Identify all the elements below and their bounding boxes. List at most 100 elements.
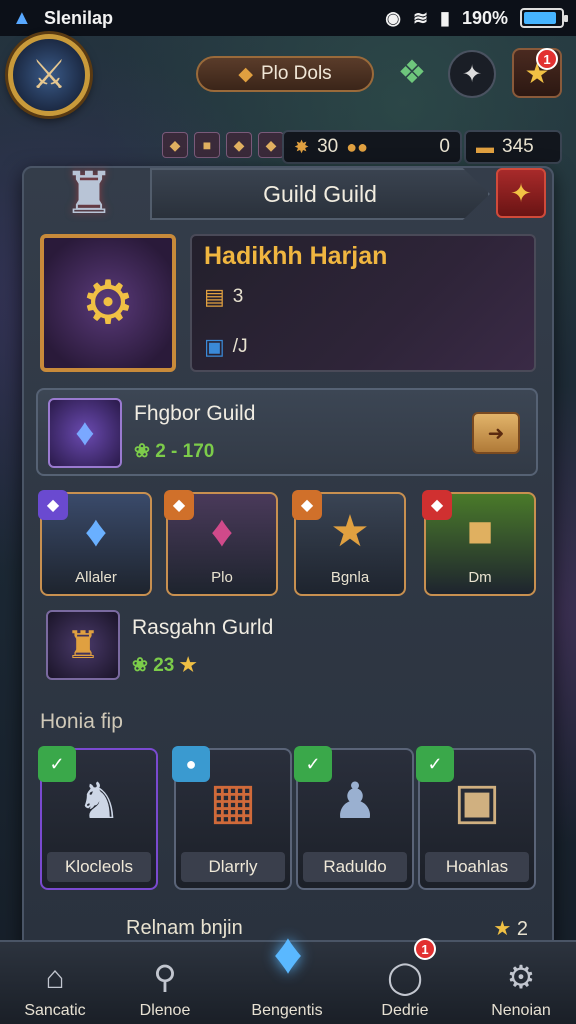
- nav-label: Dlenoe: [139, 1002, 191, 1019]
- guild-crest-icon: ♦: [48, 398, 122, 468]
- star-icon: ★: [493, 917, 512, 940]
- settings-button[interactable]: ✦: [448, 50, 496, 98]
- tile-item-1[interactable]: ◆ ♦ Allaler: [38, 490, 152, 596]
- tile-corner-badge: ◆: [292, 490, 322, 520]
- hero-card-4[interactable]: ✓ ▣ Hoahlas: [416, 746, 536, 890]
- hero-card-2[interactable]: ● ▦ Dlarrly: [172, 746, 292, 890]
- crystal-icon: ♦: [210, 506, 234, 556]
- tile-item-4[interactable]: ◆ ■ Dm: [422, 490, 536, 596]
- hero-tag-badge: ✓: [416, 746, 454, 782]
- gold-value: 30: [317, 136, 339, 157]
- alarm-icon: ◉: [385, 7, 401, 28]
- battery-icon: [520, 8, 568, 28]
- nav-item-chat[interactable]: ◯ Dedrie: [350, 950, 460, 1020]
- gear-icon: ⚙: [506, 959, 536, 995]
- guild-crest-icon: ♜: [46, 610, 120, 680]
- rasgahn-guild-title: Rasgahn Gurld: [132, 616, 274, 639]
- fighter-guild-stat: ❀ 2 - 170: [134, 440, 214, 463]
- tile-label: Plo: [211, 569, 233, 586]
- panel-title: Guild Guild: [263, 180, 377, 207]
- rasgahn-guild-stat-value: 23: [153, 655, 175, 676]
- keys-value: 0: [439, 136, 450, 157]
- nav-label: Dedrie: [381, 1002, 429, 1019]
- guild-stat-chests: ▤ 3: [204, 284, 243, 310]
- resource-gems: ◆ ■ ◆ ◆: [162, 132, 284, 158]
- panel-title-bar: Guild Guild: [150, 168, 490, 220]
- chest-icon: ■: [194, 132, 220, 158]
- box-icon: ▣: [453, 773, 501, 829]
- gold-counter[interactable]: ✸ 30 ●● 0: [282, 130, 462, 164]
- rasgahn-guild-stat: ❀ 23 ★: [132, 654, 197, 677]
- hero-tag-badge: ✓: [38, 746, 76, 782]
- nav-item-settings[interactable]: ⚙ Nenoian: [466, 950, 576, 1020]
- star-icon: ✦: [510, 177, 532, 208]
- nav-label: Nenoian: [491, 1002, 551, 1019]
- wifi-icon: ≋: [412, 7, 429, 28]
- fighter-guild-row[interactable]: ♦ Fhgbor Guild ❀ 2 - 170 ➜: [36, 388, 538, 476]
- emerald-icon[interactable]: ❖: [392, 52, 432, 92]
- hero-name: Raduldo: [303, 852, 407, 882]
- bars-counter[interactable]: ▬ 345: [464, 130, 562, 164]
- hero-card-1[interactable]: ✓ ♞ Klocleols: [38, 746, 158, 890]
- gem-icon: ◆: [162, 132, 188, 158]
- carrier-name: Slenilap: [44, 7, 114, 28]
- status-bar: ▲ Slenilap ◉ ≋ ▮ 190%: [0, 0, 576, 36]
- home-icon: ⌂: [45, 959, 65, 995]
- knight-mascot: ♜: [63, 161, 115, 226]
- gem-icon: ◆: [226, 132, 252, 158]
- player-avatar[interactable]: ⚔: [8, 34, 90, 116]
- partial-row-value: 2: [516, 917, 528, 940]
- nav-badge: 1: [414, 938, 436, 960]
- hero-tag-badge: ●: [172, 746, 210, 782]
- card-icon: ▣: [204, 334, 225, 359]
- leaf-icon: ❀: [134, 441, 150, 462]
- leaf-icon: ❀: [132, 655, 148, 676]
- bars-value: 345: [502, 136, 534, 157]
- coin-icon: ✸: [294, 136, 310, 157]
- search-icon: ⚲: [153, 959, 177, 995]
- hero-card-3[interactable]: ✓ ♟ Raduldo: [294, 746, 414, 890]
- player-name-plate[interactable]: ◆ Plo Dols: [196, 56, 374, 92]
- nav-label: Sancatic: [24, 1002, 86, 1019]
- guild-stat-cards: ▣ /J: [204, 334, 248, 360]
- fighter-guild-stat-value: 2 - 170: [155, 441, 215, 462]
- open-guild-button[interactable]: ➜: [472, 412, 520, 454]
- hero-tag-badge: ✓: [294, 746, 332, 782]
- chat-icon: ◯: [387, 959, 423, 995]
- nav-item-search[interactable]: ⚲ Dlenoe: [110, 950, 220, 1020]
- nav-item-center[interactable]: Bengentis: [232, 950, 342, 1020]
- app-icon: ▲: [12, 7, 32, 29]
- chest-icon: ▤: [204, 284, 225, 309]
- treasure-icon: ★: [330, 507, 370, 556]
- knight-icon: ♞: [76, 773, 122, 829]
- battery-text: 190%: [461, 7, 508, 28]
- tile-item-2[interactable]: ◆ ♦ Plo: [164, 490, 278, 596]
- tile-corner-badge: ◆: [164, 490, 194, 520]
- arrow-icon: ➜: [487, 422, 505, 445]
- gold-bar-icon: ▬: [476, 136, 494, 157]
- partial-row-title: Relnam bnjin: [126, 916, 243, 939]
- close-button[interactable]: ✦: [496, 168, 546, 218]
- notification-badge: 1: [536, 48, 558, 70]
- card-count: /J: [232, 336, 248, 357]
- hero-name: Klocleols: [47, 852, 151, 882]
- gem-icon: ◆: [258, 132, 284, 158]
- guild-name: Hadikhh Harjan: [204, 242, 388, 270]
- guild-emblem[interactable]: ⚙: [40, 234, 176, 372]
- player-name: Plo Dols: [260, 63, 332, 84]
- hero-name: Hoahlas: [425, 852, 529, 882]
- tile-label: Dm: [468, 569, 492, 586]
- partial-row-right: ★ 2: [493, 916, 528, 941]
- chest-count: 3: [232, 286, 244, 307]
- nav-label: Bengentis: [251, 1002, 323, 1019]
- nav-item-home[interactable]: ⌂ Sancatic: [0, 950, 110, 1020]
- signal-icon: ▮: [440, 7, 450, 28]
- hero-name: Dlarrly: [181, 852, 285, 882]
- guild-info-card: Hadikhh Harjan ▤ 3 ▣ /J: [190, 234, 536, 372]
- rasgahn-guild-row[interactable]: ♜ Rasgahn Gurld ❀ 23 ★: [36, 604, 538, 696]
- rank-gem-icon: ◆: [238, 63, 253, 85]
- tile-item-3[interactable]: ◆ ★ Bgnla: [292, 490, 406, 596]
- tile-corner-badge: ◆: [38, 490, 68, 520]
- chest-icon: ▦: [209, 773, 257, 829]
- fighter-guild-title: Fhgbor Guild: [134, 402, 256, 425]
